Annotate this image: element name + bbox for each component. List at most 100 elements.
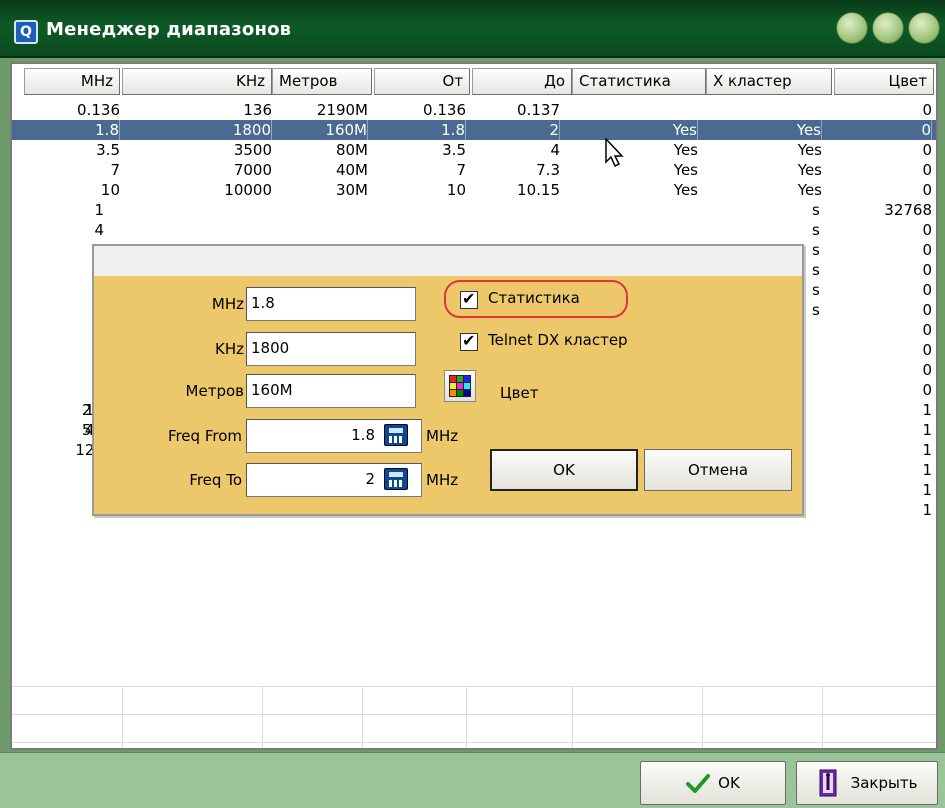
freq-from-label: Freq From bbox=[167, 427, 242, 445]
meters-label: Метров bbox=[185, 382, 244, 400]
table-row[interactable]: 3.5 3500 80M 3.5 4 Yes Yes 0 bbox=[12, 140, 936, 160]
minimize-icon[interactable] bbox=[836, 12, 868, 44]
exit-door-icon bbox=[819, 769, 837, 797]
cell-color: 0 bbox=[922, 341, 932, 359]
cell-meters bbox=[272, 200, 368, 220]
ok-button[interactable]: OK bbox=[640, 761, 786, 805]
grid-empty-rows bbox=[12, 686, 936, 748]
cell-khz: 10000 bbox=[224, 181, 272, 199]
table-row[interactable]: 10 10000 30M 10 10.15 Yes Yes 0 bbox=[12, 180, 936, 200]
cell-to bbox=[466, 220, 560, 240]
column-header-meters[interactable]: Метров bbox=[272, 68, 372, 95]
checkmark-icon bbox=[686, 774, 711, 793]
dialog-ok-button[interactable]: OK bbox=[490, 449, 638, 491]
mhz-label: MHz bbox=[211, 295, 244, 313]
cell-color: 0 bbox=[922, 261, 932, 279]
cell-to: 4 bbox=[550, 141, 560, 159]
cell-khz bbox=[122, 200, 272, 220]
telnet-cluster-checkbox[interactable]: ✔ bbox=[460, 331, 478, 351]
cell-color: 0 bbox=[922, 161, 932, 179]
cell-color: 1 bbox=[922, 501, 932, 519]
mhz-input[interactable]: 1.8 bbox=[246, 287, 416, 321]
cell-mhz: 1.8 bbox=[30, 120, 120, 140]
cell-color: 0 bbox=[824, 120, 932, 140]
column-header-color[interactable]: Цвет bbox=[834, 68, 934, 95]
cell-cluster bbox=[702, 200, 822, 220]
dialog-header bbox=[94, 246, 802, 276]
maximize-icon[interactable] bbox=[872, 12, 904, 44]
khz-label: KHz bbox=[215, 340, 244, 358]
close-button[interactable]: Закрыть bbox=[796, 761, 938, 805]
cell-statistics: Yes bbox=[673, 161, 698, 179]
cell-from: 10 bbox=[446, 181, 466, 199]
cell-fragment: s bbox=[812, 301, 820, 319]
table-row[interactable]: 32768 bbox=[12, 200, 936, 220]
cell-color: 0 bbox=[922, 141, 932, 159]
close-button-label: Закрыть bbox=[850, 774, 918, 792]
cell-meters: 160M bbox=[272, 120, 368, 140]
column-header-mhz[interactable]: MHz bbox=[24, 68, 120, 95]
column-header-to[interactable]: До bbox=[472, 68, 572, 95]
cell-khz: 1800 bbox=[122, 120, 272, 140]
cell-fragment: s bbox=[812, 201, 820, 219]
cell-fragment: 4 bbox=[94, 221, 104, 239]
cell-khz: 136 bbox=[243, 101, 272, 119]
cell-cluster bbox=[702, 100, 822, 120]
cell-mhz: 3.5 bbox=[96, 141, 120, 159]
table-row[interactable]: 7 7000 40M 7 7.3 Yes Yes 0 bbox=[12, 160, 936, 180]
bottom-toolbar: OK Закрыть bbox=[0, 752, 945, 808]
table-row[interactable]: 0 bbox=[12, 220, 936, 240]
table-row[interactable]: 1.8 1800 160M 1.8 2 Yes Yes 0 bbox=[12, 120, 936, 140]
freq-to-unit: MHz bbox=[426, 471, 459, 489]
cell-color: 1 bbox=[922, 421, 932, 439]
cell-meters: 80M bbox=[335, 141, 368, 159]
cell-mhz: 7 bbox=[110, 161, 120, 179]
cell-meters: 2190M bbox=[316, 101, 368, 119]
column-header-from[interactable]: От bbox=[374, 68, 470, 95]
cell-mhz: 0.136 bbox=[77, 101, 120, 119]
table-row[interactable]: 0.136 136 2190M 0.136 0.137 0 bbox=[12, 100, 936, 120]
cell-color: 1 bbox=[922, 441, 932, 459]
cell-from bbox=[368, 200, 466, 220]
cell-color: 0 bbox=[922, 221, 932, 239]
cell-to: 7.3 bbox=[536, 161, 560, 179]
cell-color: 1 bbox=[922, 461, 932, 479]
cell-fragment: s bbox=[812, 281, 820, 299]
cell-from: 7 bbox=[456, 161, 466, 179]
cell-meters: 40M bbox=[335, 161, 368, 179]
close-icon[interactable] bbox=[908, 12, 940, 44]
cell-color: 0 bbox=[922, 281, 932, 299]
calculator-icon[interactable] bbox=[384, 424, 408, 446]
cell-color: 0 bbox=[922, 381, 932, 399]
cell-to: 2 bbox=[466, 120, 560, 140]
cell-from: 3.5 bbox=[442, 141, 466, 159]
cell-statistics bbox=[572, 100, 698, 120]
cell-fragment: s bbox=[812, 261, 820, 279]
column-header-statistics[interactable]: Статистика bbox=[572, 68, 706, 95]
color-picker-button[interactable] bbox=[444, 370, 476, 402]
cell-fragment: s bbox=[812, 221, 820, 239]
cell-color: 0 bbox=[922, 361, 932, 379]
meters-input[interactable]: 160M bbox=[246, 374, 416, 408]
freq-to-label: Freq To bbox=[189, 471, 242, 489]
cell-color: 0 bbox=[922, 181, 932, 199]
cell-statistics: Yes bbox=[673, 181, 698, 199]
calculator-icon[interactable] bbox=[384, 468, 408, 490]
cell-color: 0 bbox=[922, 321, 932, 339]
cell-cluster: Yes bbox=[797, 141, 822, 159]
palette-icon bbox=[449, 375, 471, 397]
cell-from: 0.136 bbox=[423, 101, 466, 119]
column-header-cluster[interactable]: X кластер bbox=[706, 68, 832, 95]
khz-input[interactable]: 1800 bbox=[246, 332, 416, 366]
title-bar[interactable]: Q Менеджер диапазонов bbox=[0, 0, 945, 58]
cell-cluster: Yes bbox=[797, 161, 822, 179]
cell-statistics: Yes bbox=[673, 141, 698, 159]
cell-color: 1 bbox=[922, 401, 932, 419]
dialog-cancel-button[interactable]: Отмена bbox=[644, 449, 792, 491]
cell-color: 1 bbox=[922, 481, 932, 499]
color-label: Цвет bbox=[500, 384, 539, 402]
cell-statistics: Yes bbox=[572, 120, 698, 140]
cell-cluster: Yes bbox=[797, 181, 822, 199]
column-header-khz[interactable]: KHz bbox=[122, 68, 272, 95]
checkmark-icon: ✔ bbox=[462, 331, 476, 350]
